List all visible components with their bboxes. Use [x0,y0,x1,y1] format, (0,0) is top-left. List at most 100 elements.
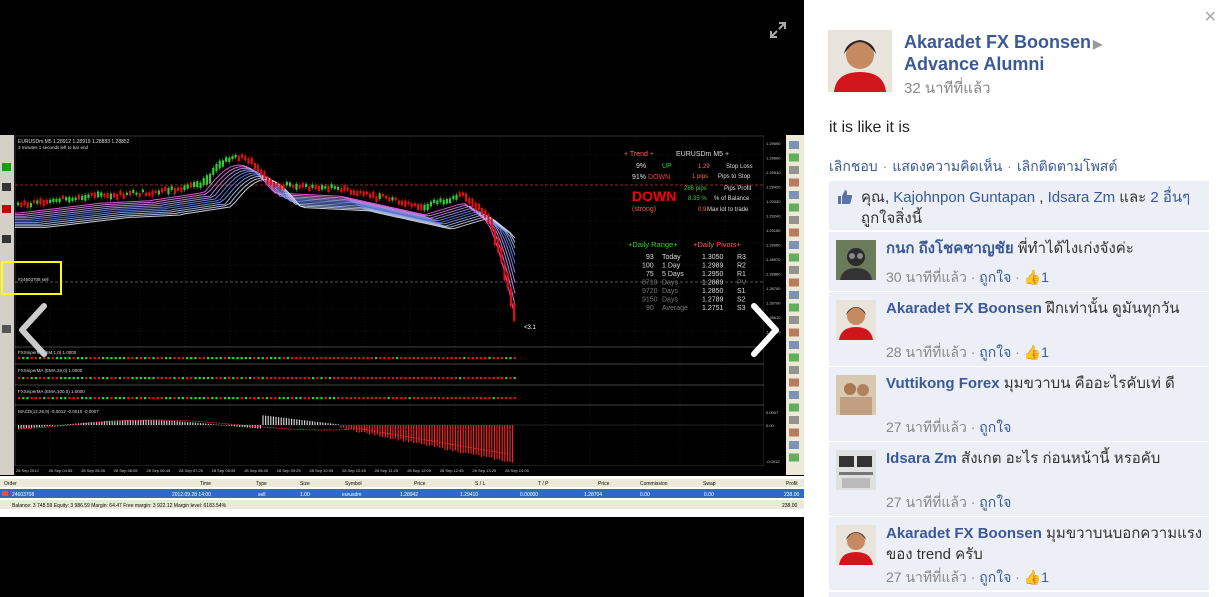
comment-like-link[interactable]: ถูกใจ [979,494,1011,510]
price-axis-label: 1.29690 [766,141,781,146]
pivot-price: 1.3050 [702,254,724,261]
svg-text:91%: 91% [632,174,646,181]
svg-text:Pips Profit: Pips Profit [724,186,752,192]
terminal-cell: 0.00 [704,492,714,498]
pivot-label: R3 [737,254,746,261]
commenter-avatar[interactable] [836,240,876,280]
terminal-cell: 1.28704 [584,492,602,498]
terminal-cell: 238.00 [784,492,800,498]
next-photo-arrow-icon[interactable] [744,300,784,360]
expand-icon[interactable] [768,20,788,40]
thumbs-up-icon [838,190,853,204]
svg-text:#24603708 sell: #24603708 sell [18,277,49,282]
comment-like-link[interactable]: ถูกใจ [979,569,1011,585]
commenter-avatar[interactable] [836,375,876,415]
pivot-label: R1 [737,271,746,278]
svg-text:0.0007: 0.0007 [766,410,779,415]
trend-down-label: DOWN [632,188,676,204]
commenter-name-link[interactable]: Idsara Zm [886,450,957,467]
comment-item: Akaradet FX Boonsen ฝึกเท่านั้น ดูมันทุก… [829,291,1209,366]
range-value: 93 [646,254,654,261]
comment-like-link[interactable]: ถูกใจ [979,344,1011,360]
svg-text:Stop Loss: Stop Loss [726,164,753,170]
comment-like-icon[interactable]: 👍 [1024,569,1041,585]
terminal-column-header: S / L [475,481,486,487]
commenter-name-link[interactable]: Akaradet FX Boonsen [886,300,1042,317]
owner-name-link[interactable]: Akaradet FX Boonsen ▶ [904,32,1102,55]
time-axis-label: 28 Sep 06:05 [114,468,139,473]
comment-meta: 30 นาทีที่แล้ว · ถูกใจ · 👍1 [886,269,1049,285]
commenter-name-link[interactable]: กนก ถึงโชคชาญชัย [886,240,1014,257]
time-axis-label: 28 Sep 12:05 [407,468,432,473]
range-period: 5 Days [662,271,684,278]
range-period: 1 Day [662,263,681,270]
comment-text: พี่ทำได้ไงเก่งจังค่ะ [1017,240,1134,257]
price-axis-label: 1.28880 [766,272,781,277]
svg-text:+Daily Range+: +Daily Range+ [628,240,678,249]
post-text: it is like it is [829,119,910,136]
comment-item: กนก ถึงโชคชาญชัย พี่ทำได้ไงเก่งจังค่ะ 30… [829,231,1209,291]
commenter-avatar[interactable] [836,450,876,490]
time-axis-label: 28 Sep 10:05 [309,468,334,473]
bar-countdown: 3 minutes 1 seconds left to bar end [18,145,89,150]
post-timestamp[interactable]: 32 นาทีที่แล้ว [904,76,991,100]
time-axis-label: 28 Sep 08:05 [212,468,237,473]
commenter-name-link[interactable]: Vuttikong Forex [886,375,1000,392]
previous-photo-arrow-icon[interactable] [14,300,54,360]
svg-text:Balance: 3 748.59 Equity: 3 9: Balance: 3 748.59 Equity: 3 986.59 Margi… [12,503,227,509]
svg-text:Max lot to trade: Max lot to trade [707,207,749,213]
svg-text:+Daily Pivots+: +Daily Pivots+ [693,240,742,249]
terminal-cell: eurusdm [342,492,361,498]
svg-text:MACD(12,26,9) -0.0012 -0.0010: MACD(12,26,9) -0.0012 -0.0010 -0.0007 [18,409,99,414]
comment-like-count[interactable]: 1 [1041,269,1049,285]
time-axis-label: 28 Sep 08:45 [244,468,269,473]
terminal-cell: 1.28942 [400,492,418,498]
comment-timestamp[interactable]: 28 นาทีที่แล้ว [886,344,967,360]
comment-like-link[interactable]: ถูกใจ [979,269,1011,285]
range-period: Days [662,288,678,295]
comment-like-link[interactable]: ถูกใจ [979,419,1011,435]
price-axis-label: 1.29510 [766,170,781,175]
time-axis-label: 28 Sep 13:25 [472,468,497,473]
comment-like-icon[interactable]: 👍 [1024,344,1041,360]
time-axis-label: 28 Sep 07:25 [179,468,204,473]
like-user-link[interactable]: Kajohnpon Guntapan [893,189,1035,206]
comment-like-icon[interactable]: 👍 [1024,269,1041,285]
range-value: 9150 [642,297,658,304]
price-axis-label: 1.28970 [766,257,781,262]
comment-timestamp[interactable]: 27 นาทีที่แล้ว [886,494,967,510]
group-name-link[interactable]: Advance Alumni [904,54,1044,75]
range-value: 75 [646,271,654,278]
price-axis-label: 1.29420 [766,185,781,190]
terminal-cell: 0.00000 [520,492,538,498]
comment-like-count[interactable]: 1 [1041,569,1049,585]
time-axis-label: 28 Sep 05:35 [81,468,106,473]
unfollow-post-link[interactable]: เลิกติดตามโพสต์ [1017,158,1118,174]
post-actions: เลิกชอบ · แสดงความคิดเห็น · เลิกติดตามโพสต์ [829,158,1118,174]
owner-avatar[interactable] [828,30,892,92]
terminal-cell: 2012.09.28 14:00 [172,492,211,498]
pivot-label: PV [737,280,747,287]
comment-meta: 28 นาทีที่แล้ว · ถูกใจ · 👍1 [886,344,1049,360]
comment-timestamp[interactable]: 27 นาทีที่แล้ว [886,569,967,585]
comment-like-count[interactable]: 1 [1041,344,1049,360]
like-user-link[interactable]: Idsara Zm [1048,189,1116,206]
range-value: 90 [646,305,654,312]
commenter-avatar[interactable] [836,300,876,340]
svg-text:<3.1: <3.1 [524,325,537,331]
comment-text: สังเกต อะไร ก่อนหน้านี้ หรอคับ [961,450,1161,467]
svg-text:9%: 9% [636,163,646,170]
comment-timestamp[interactable]: 30 นาทีที่แล้ว [886,269,967,285]
unlike-link[interactable]: เลิกชอบ [829,158,878,174]
terminal-column-header: Time [200,481,211,487]
comment-link[interactable]: แสดงความคิดเห็น [892,158,1002,174]
commenter-name-link[interactable]: Akaradet FX Boonsen [886,525,1042,542]
pivot-price: 1.2889 [702,280,724,287]
comment-timestamp[interactable]: 27 นาทีที่แล้ว [886,419,967,435]
svg-text:EURUSDm M5 +: EURUSDm M5 + [676,151,729,158]
commenter-avatar[interactable] [836,525,876,565]
close-icon[interactable]: ✕ [1204,10,1217,26]
other-likers-link[interactable]: 2 อื่นๆ [1150,189,1190,206]
range-value: 9720 [642,288,658,295]
time-axis-label: 28 Sep 12:45 [440,468,465,473]
